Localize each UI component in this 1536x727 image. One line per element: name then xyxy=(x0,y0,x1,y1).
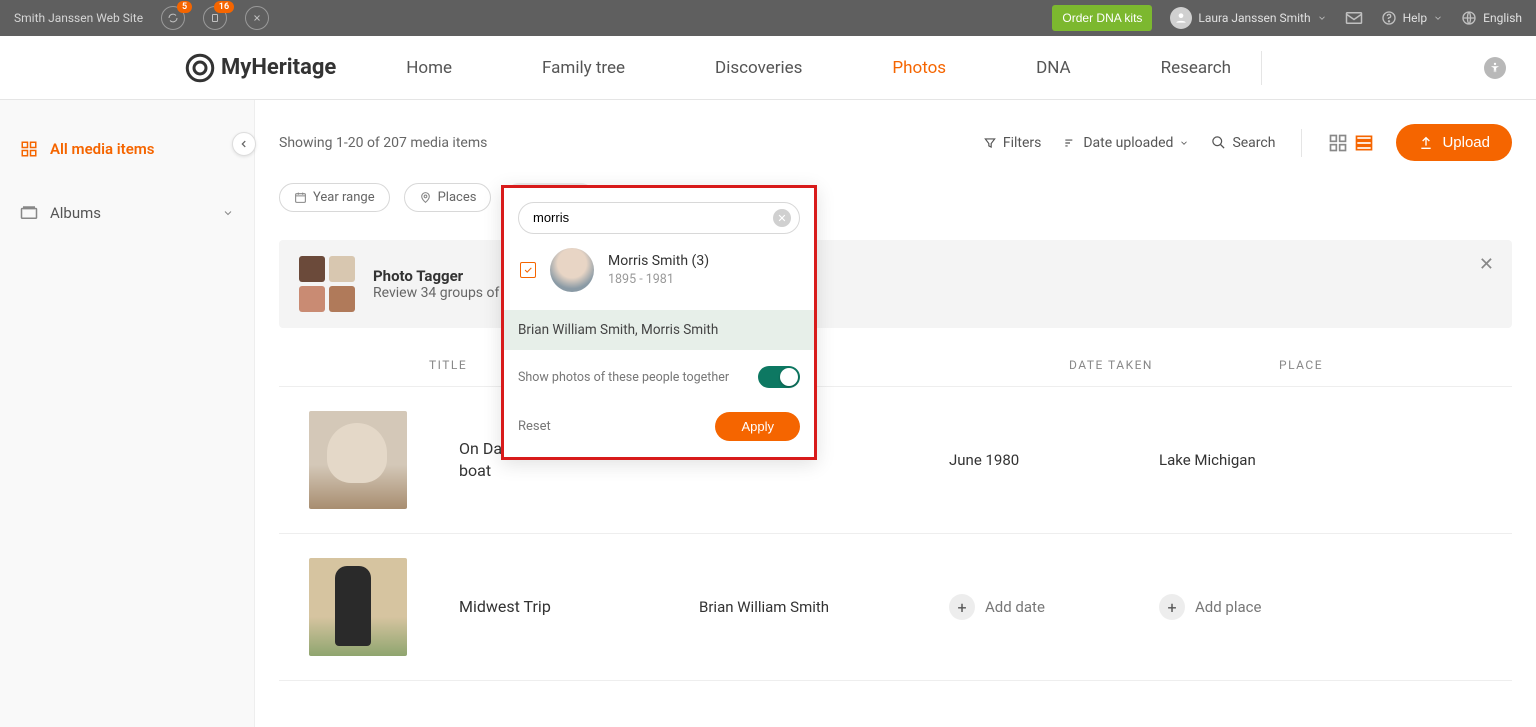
photo-tagger-banner[interactable]: Photo Tagger Review 34 groups of ✕ xyxy=(279,240,1512,328)
showing-count: Showing 1-20 of 207 media items xyxy=(279,135,487,151)
person-avatar xyxy=(550,248,594,292)
globe-icon xyxy=(1461,10,1477,26)
chevron-down-icon xyxy=(222,207,234,219)
add-place-button[interactable]: + Add place xyxy=(1159,594,1261,620)
media-title: Midwest Trip xyxy=(459,596,699,618)
filters-button[interactable]: Filters xyxy=(983,135,1042,151)
column-date: DATE TAKEN xyxy=(1069,358,1279,372)
person-checkbox[interactable] xyxy=(520,262,536,278)
main-content: Showing 1-20 of 207 media items Filters … xyxy=(255,100,1536,727)
pin-icon xyxy=(419,191,432,204)
media-table-header: TITLE PEOPLE DATE TAKEN PLACE xyxy=(279,358,1512,387)
site-name[interactable]: Smith Janssen Web Site xyxy=(14,11,143,25)
chip-places[interactable]: Places xyxy=(404,183,492,212)
clear-search-button[interactable]: ✕ xyxy=(773,209,791,227)
upload-button[interactable]: Upload xyxy=(1396,124,1512,161)
sidebar-item-all-media[interactable]: All media items xyxy=(0,130,254,168)
user-avatar-icon xyxy=(1170,7,1192,29)
person-result-name: Morris Smith (3) xyxy=(608,253,709,269)
together-label: Show photos of these people together xyxy=(518,370,729,385)
nav-discoveries[interactable]: Discoveries xyxy=(715,58,802,78)
refresh-icon xyxy=(167,12,179,24)
search-button[interactable]: Search xyxy=(1211,135,1275,151)
together-toggle[interactable] xyxy=(758,366,800,388)
clipboard-icon xyxy=(209,12,221,24)
check-icon xyxy=(523,265,533,275)
nav-divider xyxy=(1261,51,1262,85)
chip-year-range[interactable]: Year range xyxy=(279,183,390,212)
albums-icon xyxy=(20,206,38,220)
people-search-field[interactable]: ✕ xyxy=(518,202,800,234)
x-icon xyxy=(251,12,263,24)
chevron-left-icon xyxy=(239,139,249,149)
people-result-row[interactable]: Morris Smith (3) 1895 - 1981 xyxy=(518,234,800,302)
calendar-icon xyxy=(294,191,307,204)
accessibility-icon[interactable] xyxy=(1484,57,1506,79)
notifications-icon-button[interactable]: 16 xyxy=(203,6,227,30)
people-filter-dropdown: ✕ Morris Smith (3) 1895 - 1981 Brian Wil… xyxy=(501,185,817,460)
table-row[interactable]: On Dave ar boat June 1980 Lake Michigan xyxy=(279,387,1512,534)
language-label: English xyxy=(1483,11,1522,25)
sync-icon-button[interactable]: 5 xyxy=(161,6,185,30)
search-icon xyxy=(1211,135,1226,150)
sync-badge: 5 xyxy=(177,1,192,13)
media-thumbnail[interactable] xyxy=(309,411,407,509)
order-dna-button[interactable]: Order DNA kits xyxy=(1052,5,1152,31)
accessibility-person-icon xyxy=(1488,61,1502,75)
top-utility-bar: Smith Janssen Web Site 5 16 Order DNA ki… xyxy=(0,0,1536,36)
brand-logo[interactable]: MyHeritage xyxy=(185,53,336,83)
banner-subtitle: Review 34 groups of xyxy=(373,285,499,301)
sidebar-all-media-label: All media items xyxy=(50,140,155,158)
help-menu[interactable]: Help xyxy=(1381,10,1444,26)
banner-title: Photo Tagger xyxy=(373,267,499,285)
sidebar-item-albums[interactable]: Albums xyxy=(0,194,254,232)
media-place: Lake Michigan xyxy=(1159,451,1482,469)
people-search-input[interactable] xyxy=(533,210,765,225)
messages-button[interactable] xyxy=(1345,11,1363,25)
left-sidebar: All media items Albums xyxy=(0,100,255,727)
media-people: Brian William Smith xyxy=(699,598,949,616)
apply-button[interactable]: Apply xyxy=(715,412,800,441)
table-row[interactable]: Midwest Trip Brian William Smith + Add d… xyxy=(279,534,1512,681)
reset-button[interactable]: Reset xyxy=(518,419,551,434)
filter-icon xyxy=(983,136,997,150)
third-icon-button[interactable] xyxy=(245,6,269,30)
user-name-label: Laura Janssen Smith xyxy=(1198,11,1310,25)
chevron-down-icon xyxy=(1317,13,1327,23)
notifications-badge: 16 xyxy=(214,1,234,13)
sidebar-albums-label: Albums xyxy=(50,204,101,222)
media-date: June 1980 xyxy=(949,451,1159,469)
language-menu[interactable]: English xyxy=(1461,10,1522,26)
person-result-dates: 1895 - 1981 xyxy=(608,272,709,287)
chevron-down-icon xyxy=(1179,138,1189,148)
help-icon xyxy=(1381,10,1397,26)
banner-thumbnails xyxy=(299,256,355,312)
help-label: Help xyxy=(1403,11,1428,25)
nav-research[interactable]: Research xyxy=(1161,58,1231,78)
nav-family-tree[interactable]: Family tree xyxy=(542,58,625,78)
column-place: PLACE xyxy=(1279,358,1482,372)
chevron-down-icon xyxy=(1433,13,1443,23)
nav-home[interactable]: Home xyxy=(406,58,452,78)
envelope-icon xyxy=(1345,11,1363,25)
sidebar-collapse-button[interactable] xyxy=(232,132,256,156)
nav-dna[interactable]: DNA xyxy=(1036,58,1071,78)
sort-icon xyxy=(1063,136,1077,150)
sort-button[interactable]: Date uploaded xyxy=(1063,135,1189,151)
upload-icon xyxy=(1418,135,1434,151)
grid-icon xyxy=(20,140,38,158)
brand-name: MyHeritage xyxy=(221,55,336,80)
media-thumbnail[interactable] xyxy=(309,558,407,656)
main-navbar: MyHeritage Home Family tree Discoveries … xyxy=(0,36,1536,100)
nav-photos[interactable]: Photos xyxy=(892,58,946,78)
plus-icon: + xyxy=(1159,594,1185,620)
user-menu[interactable]: Laura Janssen Smith xyxy=(1170,7,1326,29)
selected-people-strip: Brian William Smith, Morris Smith xyxy=(504,310,814,350)
grid-view-icon[interactable] xyxy=(1328,133,1348,153)
myheritage-logo-icon xyxy=(185,53,215,83)
plus-icon: + xyxy=(949,594,975,620)
add-date-button[interactable]: + Add date xyxy=(949,594,1045,620)
banner-close-button[interactable]: ✕ xyxy=(1479,254,1494,275)
list-view-icon[interactable] xyxy=(1354,133,1374,153)
